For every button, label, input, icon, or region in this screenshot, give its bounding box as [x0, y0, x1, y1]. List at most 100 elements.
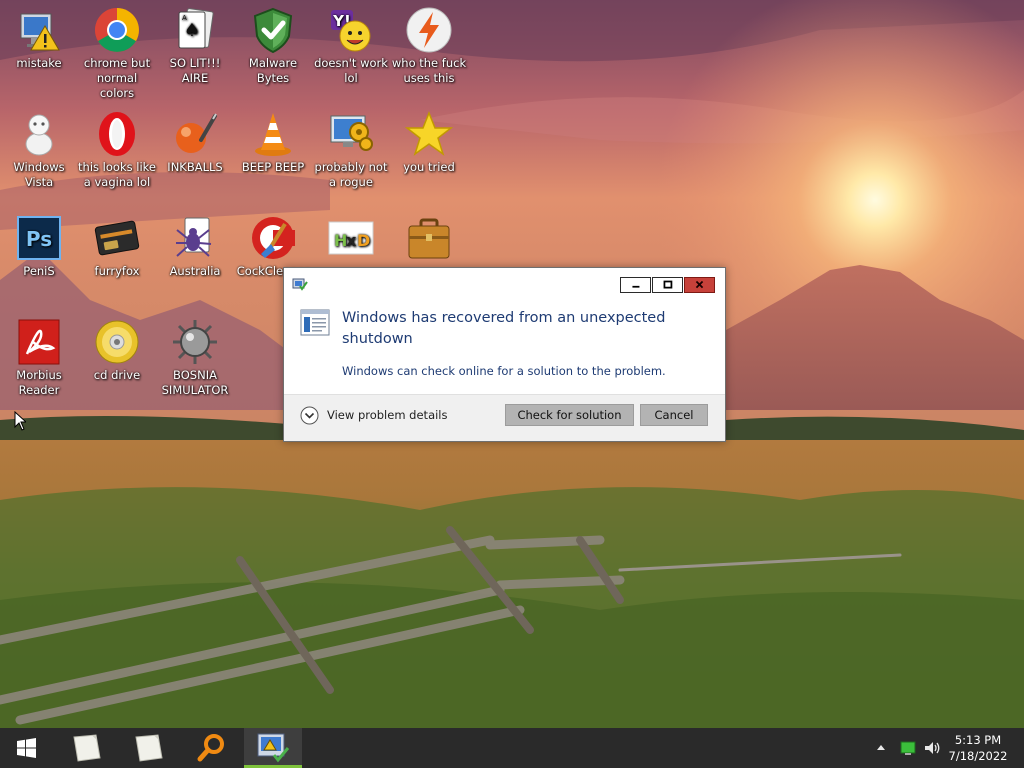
mine-icon [171, 318, 219, 366]
ccleaner-icon [249, 214, 297, 262]
desktop-icon-opera[interactable]: this looks like a vagina lol [78, 110, 156, 190]
start-button[interactable] [0, 728, 52, 768]
svg-text:A: A [182, 14, 187, 22]
view-details-toggle[interactable]: View problem details [300, 405, 448, 425]
icon-label: you tried [403, 160, 455, 174]
sticky-note-icon [73, 734, 101, 762]
close-button[interactable] [684, 277, 715, 293]
hxd-icon: HxD [327, 214, 375, 262]
magnifier-icon [197, 734, 224, 762]
briefcase-icon [405, 214, 453, 262]
taskbar-clock[interactable]: 5:13 PM 7/18/2022 [946, 732, 1010, 764]
check-for-solution-button[interactable]: Check for solution [505, 404, 634, 426]
acrobat-icon [15, 318, 63, 366]
problem-report-icon [300, 309, 330, 336]
svg-text:D: D [357, 231, 370, 250]
taskbar-problem-reports[interactable] [244, 728, 302, 768]
icon-label: SO LIT!!! AIRE [169, 56, 221, 85]
desktop-icon-hxd[interactable]: HxD [312, 214, 390, 264]
icon-label: BOSNIA SIMULATOR [161, 368, 229, 397]
icon-label: BEEP BEEP [241, 160, 305, 174]
icon-label: INKBALLS [167, 160, 223, 174]
desktop-icon-rogue[interactable]: probably not a rogue [312, 110, 390, 190]
clock-time: 5:13 PM [954, 733, 1002, 747]
lightning-bolt-icon [405, 6, 453, 54]
icon-label: cd drive [93, 368, 141, 382]
volume-icon[interactable] [923, 740, 941, 756]
desktop-icon-photoshop[interactable]: Ps PeniS [0, 214, 78, 279]
icon-label: PeniS [23, 264, 55, 278]
svg-text:Ps: Ps [26, 227, 52, 251]
photoshop-icon: Ps [15, 214, 63, 262]
desktop-icon-solitaire[interactable]: ♠ A SO LIT!!! AIRE [156, 6, 234, 86]
icon-label: this looks like a vagina lol [78, 160, 156, 189]
network-icon[interactable] [900, 740, 916, 756]
desktop-icon-windows-vista[interactable]: Windows Vista [0, 110, 78, 190]
mouse-cursor-icon [14, 411, 26, 431]
spider-solitaire-icon [171, 214, 219, 262]
cancel-button[interactable]: Cancel [640, 404, 708, 426]
opera-icon [93, 110, 141, 158]
cd-disc-icon [93, 318, 141, 366]
taskbar: 5:13 PM 7/18/2022 [0, 728, 1024, 768]
taskbar-sticky-notes-1[interactable] [62, 728, 112, 768]
icon-label: Windows Vista [13, 160, 65, 189]
problem-reports-icon [292, 278, 308, 291]
desktop-icon-vlc[interactable]: BEEP BEEP [234, 110, 312, 175]
recovery-dialog: Windows has recovered from an unexpected… [283, 267, 726, 442]
dialog-heading: Windows has recovered from an unexpected… [342, 310, 666, 347]
desktop-icon-furryfox[interactable]: furryfox [78, 214, 156, 279]
minimize-icon [632, 285, 640, 288]
icon-label: Australia [169, 264, 221, 278]
taskbar-search[interactable] [186, 728, 236, 768]
desktop-icon-chrome[interactable]: chrome but normal colors [78, 6, 156, 101]
yahoo-messenger-icon: Y! [327, 6, 375, 54]
clock-date: 7/18/2022 [948, 749, 1008, 763]
icon-label: who the fuck uses this [391, 56, 467, 85]
taskbar-sticky-notes-2[interactable] [124, 728, 174, 768]
computer-warning-icon [15, 6, 63, 54]
icon-label: chrome but normal colors [83, 56, 151, 100]
vlc-cone-icon [249, 110, 297, 158]
icon-label: mistake [16, 56, 62, 70]
sticky-note-icon [135, 734, 163, 762]
desktop-icon-bosnia-simulator[interactable]: BOSNIA SIMULATOR [156, 318, 234, 398]
chevron-down-icon [300, 406, 319, 424]
view-details-label: View problem details [327, 408, 448, 422]
firefox-card-icon [93, 214, 141, 262]
close-icon [695, 280, 704, 289]
desktop-icon-morbius-reader[interactable]: Morbius Reader [0, 318, 78, 398]
monitor-gears-icon [327, 110, 375, 158]
vista-figure-icon [15, 110, 63, 158]
desktop-icon-you-tried[interactable]: you tried [390, 110, 468, 175]
desktop-icon-australia[interactable]: Australia [156, 214, 234, 279]
desktop-icon-briefcase[interactable] [390, 214, 468, 264]
solitaire-card-icon: ♠ A [171, 6, 219, 54]
windows-logo-icon [17, 738, 36, 758]
dialog-titlebar[interactable] [284, 268, 725, 298]
desktop-icon-yahoo[interactable]: Y! doesn't work lol [312, 6, 390, 86]
icon-label: Morbius Reader [16, 368, 62, 397]
maximize-icon [663, 280, 673, 289]
svg-text:♠: ♠ [184, 20, 200, 41]
desktop-icon-malwarebytes[interactable]: Malware Bytes [234, 6, 312, 86]
desktop-icon-lightning[interactable]: who the fuck uses this [390, 6, 468, 86]
icon-label: Malware Bytes [248, 56, 298, 85]
desktop-icon-inkball[interactable]: INKBALLS [156, 110, 234, 175]
desktop-icon-mistake[interactable]: mistake [0, 6, 78, 71]
chrome-icon [93, 6, 141, 54]
icon-label: furryfox [94, 264, 140, 278]
shield-check-icon [249, 6, 297, 54]
icon-label: probably not a rogue [314, 160, 388, 189]
svg-text:x: x [346, 231, 357, 250]
minimize-button[interactable] [620, 277, 651, 293]
dialog-footer: View problem details Check for solution … [284, 394, 725, 441]
dialog-subtext: Windows can check online for a solution … [342, 364, 666, 378]
desktop-icon-cd-drive[interactable]: cd drive [78, 318, 156, 383]
maximize-button[interactable] [652, 277, 683, 293]
problem-reports-app-icon [257, 733, 290, 763]
star-icon [405, 110, 453, 158]
inkball-icon [171, 110, 219, 158]
show-hidden-icons-arrow[interactable] [876, 740, 886, 756]
icon-label: doesn't work lol [314, 56, 388, 85]
